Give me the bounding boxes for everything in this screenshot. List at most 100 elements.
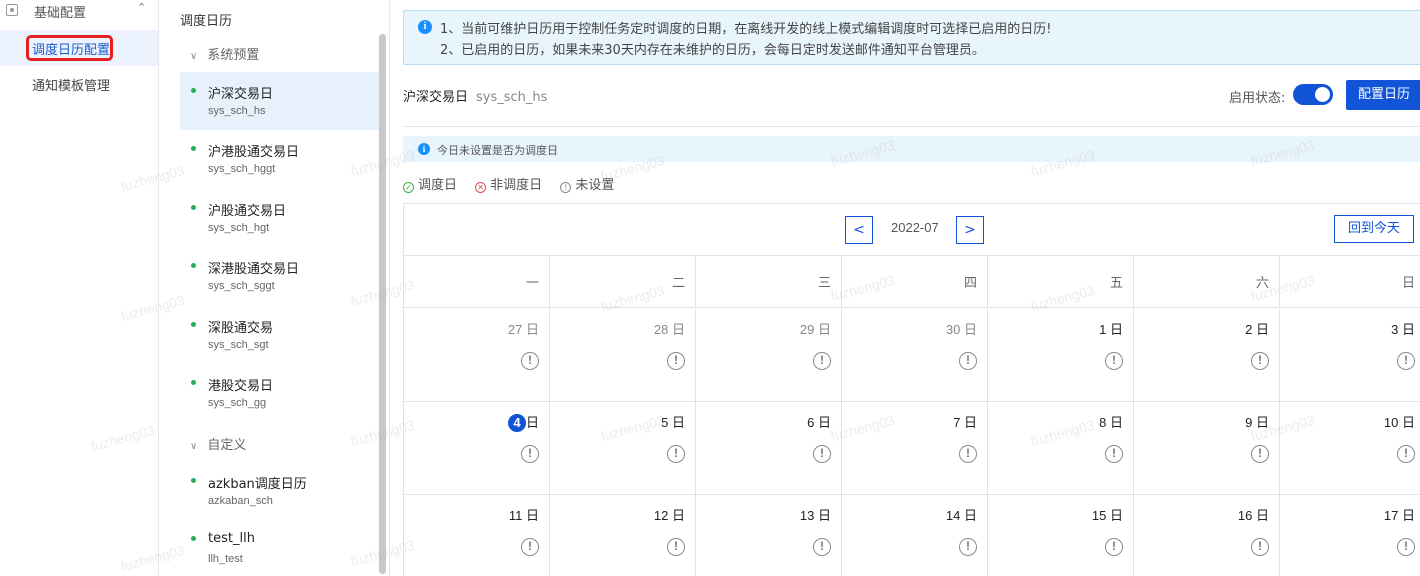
nav-item-notify-template[interactable]: 通知模板管理 [0, 66, 158, 102]
unset-status-icon[interactable]: ! [1397, 445, 1415, 463]
chevron-down-icon: ∨ [190, 441, 198, 452]
calendar-item[interactable]: azkban调度日历 azkaban_sch [180, 462, 380, 520]
unset-status-icon[interactable]: ! [667, 352, 685, 370]
unset-status-icon[interactable]: ! [813, 538, 831, 556]
back-to-today-button[interactable]: 回到今天 [1334, 215, 1414, 243]
divider [403, 126, 1420, 127]
day-cell[interactable]: 7 日! [842, 402, 988, 495]
nav-group-label: 基础配置 [34, 6, 87, 21]
weekday-label: 日 [1401, 276, 1415, 291]
unset-status-icon[interactable]: ! [959, 352, 977, 370]
week-row: 11 日! 12 日! 13 日! 14 日! 15 日! 16 日! 17 日! [404, 495, 1420, 576]
configure-calendar-button[interactable]: 配置日历 [1346, 80, 1420, 110]
day-number: 4日 [507, 412, 539, 432]
list-scrollbar[interactable] [379, 34, 386, 574]
day-cell[interactable]: 17 日! [1280, 495, 1420, 576]
unset-status-icon[interactable]: ! [1251, 445, 1269, 463]
calendar-item[interactable]: test_llh llh_test [180, 520, 380, 576]
day-number: 6 日 [807, 415, 831, 430]
day-cell[interactable]: 5 日! [550, 402, 696, 495]
section-system-preset[interactable]: ∨ 系统预置 [190, 44, 259, 64]
calendar-item-name: 沪港股通交易日 [208, 145, 300, 160]
calendar-item[interactable]: 沪深交易日 sys_sch_hs [180, 72, 380, 130]
day-cell[interactable]: 30 日! [842, 309, 988, 402]
next-month-button[interactable]: > [956, 216, 984, 244]
day-cell[interactable]: 11 日! [404, 495, 550, 576]
unset-status-icon[interactable]: ! [1397, 352, 1415, 370]
check-circle-icon: ✓ [403, 182, 414, 193]
unset-status-icon[interactable]: ! [1105, 352, 1123, 370]
day-cell[interactable]: 29 日! [696, 309, 842, 402]
day-number: 5 日 [661, 415, 685, 430]
calendar-item[interactable]: 沪港股通交易日 sys_sch_hggt [180, 130, 380, 188]
unset-status-icon[interactable]: ! [521, 445, 539, 463]
calendar-item-code: azkaban_sch [208, 495, 273, 507]
day-cell[interactable]: 12 日! [550, 495, 696, 576]
calendar-item[interactable]: 沪股通交易日 sys_sch_hgt [180, 189, 380, 247]
day-cell[interactable]: 3 日! [1280, 309, 1420, 402]
calendar-item[interactable]: 深港股通交易日 sys_sch_sggt [180, 247, 380, 305]
day-number: 7 日 [953, 415, 977, 430]
calendar-item-name: azkban调度日历 [208, 477, 307, 492]
unset-status-icon[interactable]: ! [1251, 352, 1269, 370]
status-dot-icon [191, 322, 196, 327]
unset-status-icon[interactable]: ! [813, 352, 831, 370]
day-cell[interactable]: 6 日! [696, 402, 842, 495]
calendar-item-name: 沪深交易日 [208, 87, 274, 102]
status-dot-icon [191, 478, 196, 483]
day-cell[interactable]: 8 日! [988, 402, 1134, 495]
calendar-item-code: sys_sch_hggt [208, 163, 276, 175]
day-cell[interactable]: 2 日! [1134, 309, 1280, 402]
day-cell[interactable]: 10 日! [1280, 402, 1420, 495]
status-dot-icon [191, 88, 196, 93]
day-cell[interactable]: 16 日! [1134, 495, 1280, 576]
unset-status-icon[interactable]: ! [521, 352, 539, 370]
status-dot-icon [191, 380, 196, 385]
day-number: 11 日 [508, 508, 539, 523]
chevron-right-icon: > [964, 222, 976, 238]
day-cell[interactable]: 9 日! [1134, 402, 1280, 495]
chevron-down-icon: ∨ [190, 51, 198, 62]
day-number: 9 日 [1245, 415, 1269, 430]
calendar-item[interactable]: 深股通交易 sys_sch_sgt [180, 306, 380, 364]
day-cell[interactable]: 1 日! [988, 309, 1134, 402]
day-cell[interactable]: 28 日! [550, 309, 696, 402]
unset-status-icon[interactable]: ! [1397, 538, 1415, 556]
unset-status-icon[interactable]: ! [959, 445, 977, 463]
notice-line-2: 2、已启用的日历，如果未来30天内存在未维护的日历，会每日定时发送邮件通知平台管… [440, 43, 985, 58]
unset-status-icon[interactable]: ! [667, 538, 685, 556]
section-custom[interactable]: ∨ 自定义 [190, 434, 246, 454]
unset-status-icon[interactable]: ! [521, 538, 539, 556]
unset-status-icon[interactable]: ! [959, 538, 977, 556]
unset-status-icon[interactable]: ! [1105, 538, 1123, 556]
nav-group-basic-config[interactable]: 基础配置 ⌃ [0, 0, 158, 24]
day-cell[interactable]: 15 日! [988, 495, 1134, 576]
status-dot-icon [191, 263, 196, 268]
unset-status-icon[interactable]: ! [1251, 538, 1269, 556]
calendar-item-name: 深股通交易 [208, 321, 274, 336]
unset-status-icon[interactable]: ! [813, 445, 831, 463]
notice-line-1: 1、当前可维护日历用于控制任务定时调度的日期，在离线开发的线上模式编辑调度时可选… [440, 22, 1052, 37]
enable-toggle[interactable] [1293, 84, 1333, 105]
section-label: 系统预置 [207, 48, 260, 63]
day-cell[interactable]: 4 日! [404, 402, 550, 495]
day-number: 12 日 [653, 508, 685, 523]
weekday-label: 五 [1109, 276, 1123, 291]
calendar-title: 沪深交易日 [403, 90, 469, 105]
day-number: 28 日 [653, 322, 685, 337]
calendar-item[interactable]: 港股交易日 sys_sch_gg [180, 364, 380, 422]
calendar-item-code: sys_sch_gg [208, 397, 267, 409]
prev-month-button[interactable]: < [845, 216, 873, 244]
unset-status-icon[interactable]: ! [1105, 445, 1123, 463]
legend-not-scheduled: ✕ 非调度日 [475, 174, 542, 193]
legend-unset: ! 未设置 [560, 174, 614, 193]
unset-status-icon[interactable]: ! [667, 445, 685, 463]
day-cell[interactable]: 13 日! [696, 495, 842, 576]
day-number: 13 日 [799, 508, 831, 523]
weekday-label: 三 [817, 276, 831, 291]
chevron-up-icon: ⌃ [137, 1, 147, 14]
day-cell[interactable]: 27 日! [404, 309, 550, 402]
day-cell[interactable]: 14 日! [842, 495, 988, 576]
today-notice-text: 今日未设置是否为调度日 [437, 144, 558, 157]
legend-label: 非调度日 [490, 178, 543, 193]
